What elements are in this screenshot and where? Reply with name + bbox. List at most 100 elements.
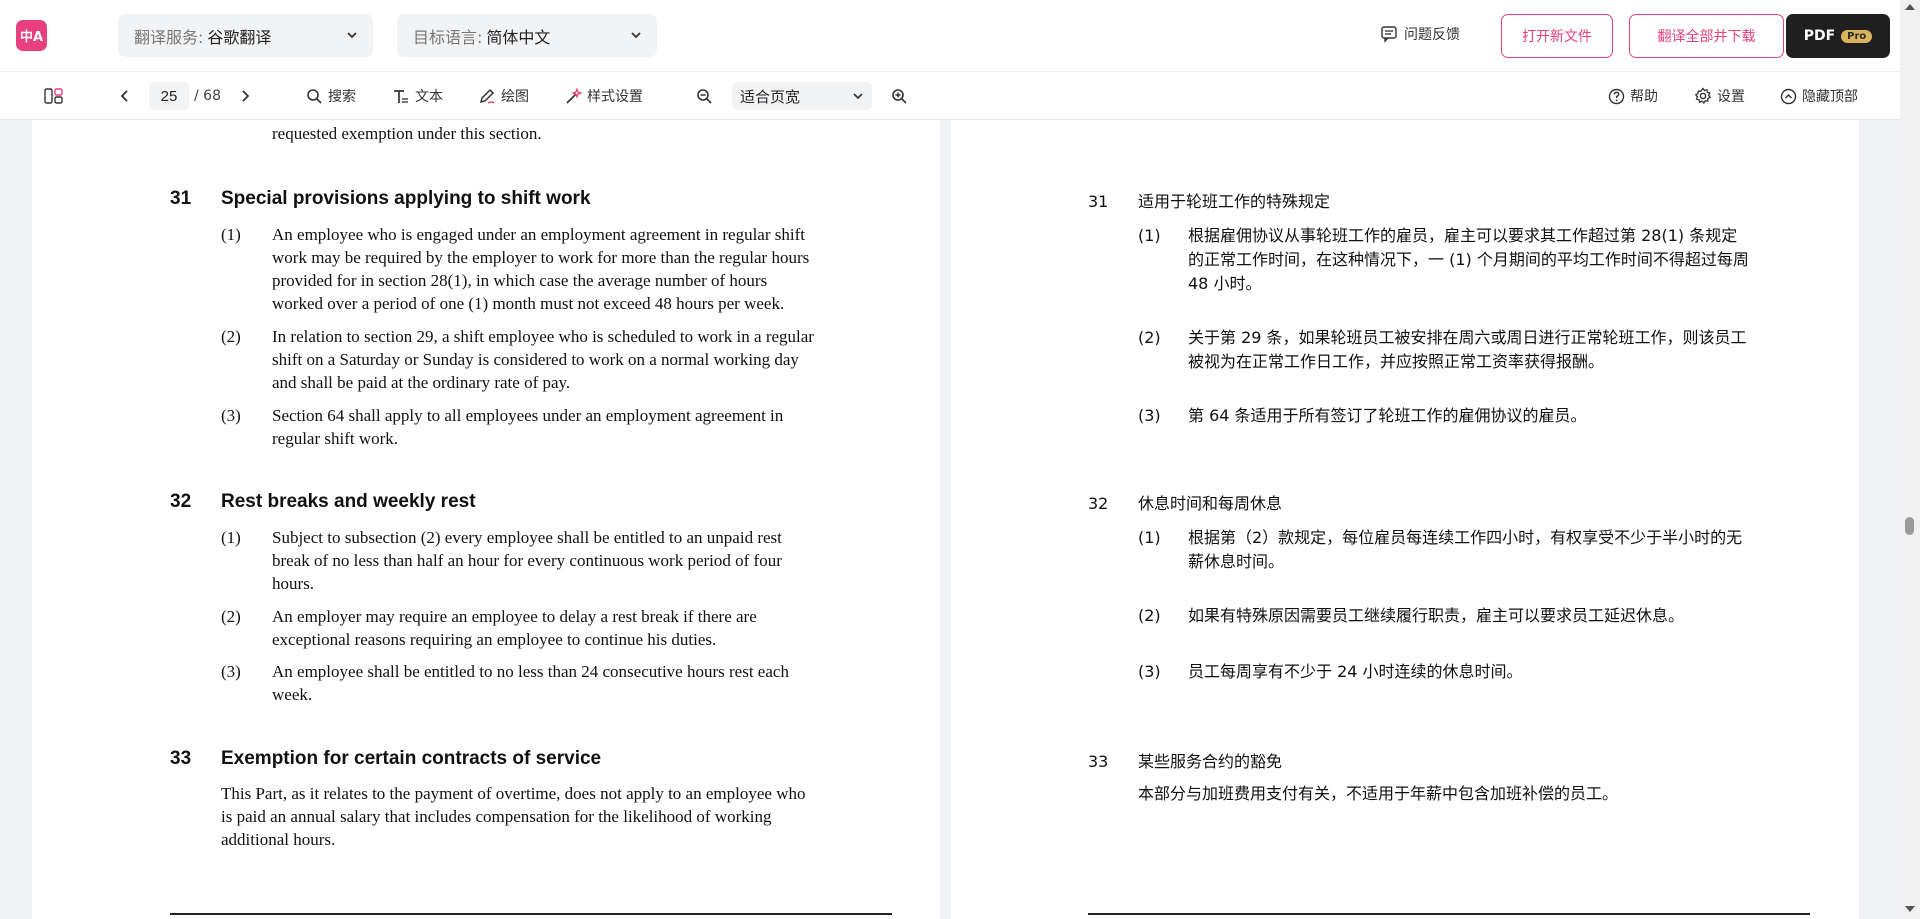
- source-body-text: This Part, as it relates to the payment …: [221, 784, 806, 849]
- search-tool-label: 搜索: [328, 89, 356, 105]
- settings-label: 设置: [1717, 89, 1745, 105]
- translated-item-text: 关于第 29 条，如果轮班员工被安排在周六或周日进行正常轮班工作，则该员工 被视…: [1188, 328, 1747, 371]
- magic-wand-icon: [566, 87, 582, 104]
- translated-section-title: 适用于轮班工作的特殊规定: [1138, 192, 1331, 211]
- vertical-scrollbar[interactable]: [1900, 0, 1920, 919]
- sidebar-layout-icon: [44, 88, 63, 104]
- search-tool-button[interactable]: 搜索: [306, 72, 356, 120]
- translated-item-number: (3): [1138, 406, 1161, 425]
- zoom-out-icon: [697, 88, 712, 104]
- translated-item-text: 员工每周享有不少于 24 小时连续的休息时间。: [1188, 662, 1523, 681]
- zoom-in-icon: [892, 88, 907, 104]
- top-bar: 中A 翻译服务: 谷歌翻译 目标语言: 简体中文 问题反馈 打开新文件 翻译全部…: [0, 0, 1920, 72]
- feedback-label: 问题反馈: [1404, 27, 1460, 43]
- translated-item-text: 根据雇佣协议从事轮班工作的雇员，雇主可以要求其工作超过第 28(1) 条规定 的…: [1188, 226, 1749, 293]
- feedback-icon: [1381, 26, 1397, 43]
- translated-item-text: 第 64 条适用于所有签订了轮班工作的雇佣协议的雇员。: [1188, 406, 1587, 425]
- chevron-left-icon: [120, 90, 128, 102]
- source-page: requested exemption under this section. …: [32, 120, 940, 919]
- translated-item-number: (1): [1138, 528, 1161, 547]
- zoom-value: 适合页宽: [740, 87, 801, 106]
- document-viewer: requested exemption under this section. …: [0, 120, 1900, 919]
- source-section-title: Exemption for certain contracts of servi…: [221, 748, 602, 769]
- scroll-up-arrow-icon[interactable]: [1905, 4, 1915, 10]
- source-item-number: (1): [221, 225, 241, 244]
- source-section-number: 32: [170, 491, 192, 512]
- source-item-text: An employee shall be entitled to no less…: [272, 662, 789, 704]
- text-tool-button[interactable]: 文本: [392, 72, 443, 120]
- chevron-down-icon: [347, 32, 357, 39]
- document-toolbar: 搜索 文本 绘图 样式设置 帮助 设置 隐藏顶部: [0, 72, 1900, 120]
- language-label: 目标语言:: [413, 27, 483, 47]
- collapse-up-icon: [1780, 88, 1797, 104]
- hide-top-label: 隐藏顶部: [1802, 89, 1858, 105]
- zoom-in-button[interactable]: [891, 72, 913, 120]
- gear-icon: [1694, 87, 1712, 105]
- translated-section-title: 休息时间和每周休息: [1138, 494, 1283, 513]
- help-label: 帮助: [1630, 89, 1658, 105]
- pdf-pro-button[interactable]: PDF Pro: [1786, 14, 1890, 58]
- pro-badge: Pro: [1841, 29, 1873, 43]
- source-item-text: An employer may require an employee to d…: [272, 607, 757, 649]
- sidebar-toggle-button[interactable]: [44, 72, 69, 120]
- hide-top-button[interactable]: 隐藏顶部: [1780, 72, 1858, 120]
- translated-item-number: (3): [1138, 662, 1161, 681]
- source-item-text: Subject to subsection (2) every employee…: [272, 528, 782, 593]
- source-section-title: Rest breaks and weekly rest: [221, 491, 476, 512]
- source-item-text: An employee who is engaged under an empl…: [272, 225, 810, 313]
- translated-body-text: 本部分与加班费用支付有关，不适用于年薪中包含加班补偿的员工。: [1138, 784, 1619, 803]
- page-number-input[interactable]: [149, 82, 189, 110]
- chevron-down-icon: [853, 93, 863, 100]
- translation-service-select[interactable]: 翻译服务: 谷歌翻译: [118, 14, 373, 57]
- scroll-down-arrow-icon[interactable]: [1905, 906, 1915, 912]
- translated-section-number: 32: [1088, 494, 1109, 513]
- target-language-select[interactable]: 目标语言: 简体中文: [397, 14, 657, 57]
- language-value: 简体中文: [486, 27, 551, 47]
- pdf-label: PDF: [1803, 28, 1836, 44]
- translated-section-number: 33: [1088, 752, 1109, 771]
- chevron-down-icon: [631, 32, 641, 39]
- help-icon: [1608, 88, 1625, 104]
- translated-section-number: 31: [1088, 192, 1109, 211]
- source-top-fragment: requested exemption under this section.: [272, 124, 542, 143]
- translate-all-download-button[interactable]: 翻译全部并下载: [1629, 14, 1784, 58]
- next-page-button[interactable]: [238, 72, 257, 120]
- draw-tool-button[interactable]: 绘图: [478, 72, 529, 120]
- translated-section-title: 某些服务合约的豁免: [1138, 752, 1283, 771]
- service-value: 谷歌翻译: [207, 27, 272, 47]
- scroll-thumb[interactable]: [1905, 517, 1914, 535]
- chevron-right-icon: [242, 90, 250, 102]
- translated-item-number: (1): [1138, 226, 1161, 245]
- page-bottom-rule: [1088, 913, 1810, 915]
- zoom-select[interactable]: 适合页宽: [732, 82, 872, 110]
- source-item-text: Section 64 shall apply to all employees …: [272, 406, 784, 448]
- text-tool-label: 文本: [415, 89, 443, 105]
- zoom-out-button[interactable]: [696, 72, 718, 120]
- service-label: 翻译服务:: [134, 27, 204, 47]
- help-button[interactable]: 帮助: [1608, 72, 1658, 120]
- app-logo: 中A: [16, 20, 47, 51]
- page-bottom-rule: [170, 913, 892, 915]
- source-item-number: (1): [221, 528, 241, 547]
- prev-page-button[interactable]: [118, 72, 137, 120]
- source-section-number: 31: [170, 188, 192, 209]
- search-icon: [307, 88, 322, 104]
- translated-page: 31 适用于轮班工作的特殊规定 (1) 根据雇佣协议从事轮班工作的雇员，雇主可以…: [951, 120, 1859, 919]
- page-total: / 68: [194, 88, 221, 104]
- translated-item-number: (2): [1138, 328, 1161, 347]
- open-file-button[interactable]: 打开新文件: [1501, 14, 1613, 58]
- translated-item-text: 如果有特殊原因需要员工继续履行职责，雇主可以要求员工延迟休息。: [1188, 606, 1685, 625]
- source-section-number: 33: [170, 748, 192, 769]
- style-settings-button[interactable]: 样式设置: [564, 72, 643, 120]
- translated-item-number: (2): [1138, 606, 1161, 625]
- source-item-number: (3): [221, 662, 241, 681]
- source-section-title: Special provisions applying to shift wor…: [221, 188, 591, 209]
- source-item-number: (3): [221, 406, 241, 425]
- source-item-number: (2): [221, 607, 241, 626]
- feedback-button[interactable]: 问题反馈: [1380, 24, 1460, 44]
- style-settings-label: 样式设置: [587, 89, 643, 105]
- translated-item-text: 根据第（2）款规定，每位雇员每连续工作四小时，有权享受不少于半小时的无 薪休息时…: [1188, 528, 1743, 571]
- settings-button[interactable]: 设置: [1694, 72, 1745, 120]
- source-item-number: (2): [221, 327, 241, 346]
- text-icon: [394, 89, 408, 103]
